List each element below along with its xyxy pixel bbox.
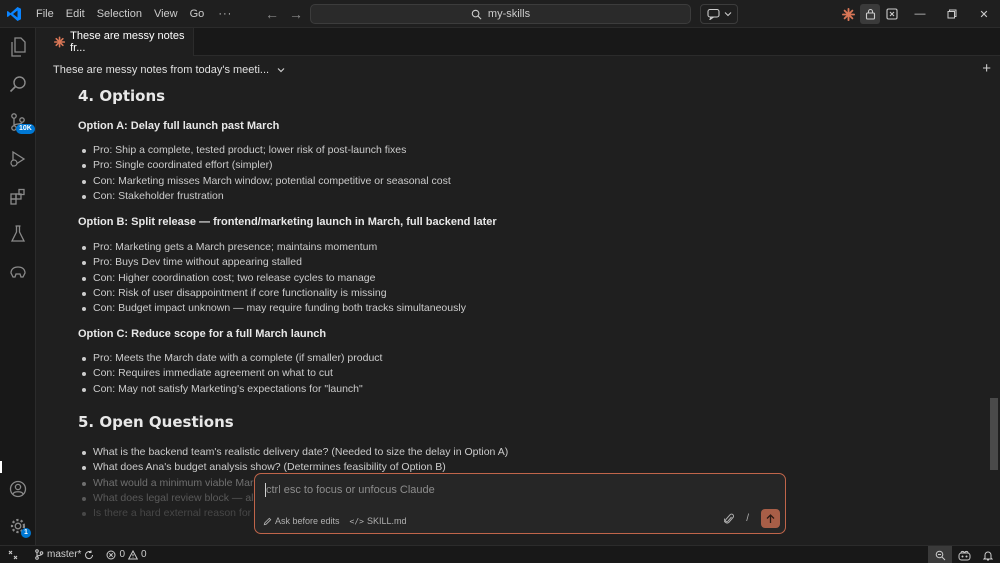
list-item: Con: Stakeholder frustration	[78, 189, 451, 204]
extensions-icon[interactable]	[0, 179, 36, 215]
option-a-title: Option A: Delay full launch past March	[78, 120, 280, 132]
menu-view[interactable]: View	[148, 0, 184, 28]
copilot-chat-button[interactable]	[700, 4, 738, 24]
activity-bar: 10K 1	[0, 28, 36, 545]
conversation-toolbar: These are messy notes from today's meeti…	[36, 57, 1000, 83]
list-item: Pro: Buys Dev time without appearing sta…	[78, 255, 466, 270]
menu-edit[interactable]: Edit	[60, 0, 91, 28]
minimize-button[interactable]: —	[904, 0, 936, 28]
testing-flask-icon[interactable]	[0, 216, 36, 252]
warning-count: 0	[141, 549, 147, 560]
remote-explorer-icon[interactable]	[0, 254, 36, 290]
title-actions: — ✕	[838, 0, 1000, 28]
command-center-search[interactable]: my-skills	[310, 4, 691, 24]
menu-file[interactable]: File	[30, 0, 60, 28]
settings-gear-icon[interactable]: 1	[0, 508, 36, 544]
close-box-icon[interactable]	[882, 4, 902, 24]
list-item: What is the backend team's realistic del…	[78, 445, 508, 460]
new-conversation-button[interactable]: +	[982, 60, 991, 77]
copilot-icon[interactable]	[952, 546, 976, 563]
list-item: Con: Budget impact unknown — may require…	[78, 301, 466, 316]
active-indicator	[0, 461, 2, 473]
settings-update-badge: 1	[21, 528, 31, 538]
section-heading: 4. Options	[78, 87, 166, 105]
chevron-down-icon	[724, 12, 731, 17]
option-a-list: Pro: Ship a complete, tested product; lo…	[78, 143, 451, 204]
remote-indicator-icon[interactable]	[0, 546, 26, 563]
git-branch-icon	[35, 549, 44, 560]
list-item: Con: May not satisfy Marketing's expecta…	[78, 382, 382, 397]
menu-go[interactable]: Go	[184, 0, 211, 28]
run-debug-icon[interactable]	[0, 141, 36, 177]
close-window-button[interactable]: ✕	[968, 0, 1000, 28]
conversation-title: These are messy notes from today's meeti…	[53, 64, 270, 76]
file-label: SKILL.md	[367, 516, 407, 526]
list-item: Con: Marketing misses March window; pote…	[78, 174, 451, 189]
chevron-down-icon	[277, 68, 285, 73]
conversation-selector[interactable]: These are messy notes from today's meeti…	[53, 64, 285, 76]
search-icon[interactable]	[0, 66, 36, 102]
warning-icon	[128, 549, 139, 559]
list-item: Con: Higher coordination cost; two relea…	[78, 271, 466, 286]
option-b-list: Pro: Marketing gets a March presence; ma…	[78, 240, 466, 316]
search-icon	[471, 9, 482, 19]
forward-arrow-icon[interactable]: →	[289, 6, 303, 22]
section-heading: 5. Open Questions	[78, 413, 234, 431]
send-button[interactable]	[761, 509, 780, 528]
error-count: 0	[119, 549, 126, 560]
status-bar-right	[928, 546, 1000, 563]
context-file-chip[interactable]: </> SKILL.md	[350, 516, 407, 526]
problems-indicator[interactable]: 0 0	[106, 549, 147, 560]
tab-claude-conversation[interactable]: These are messy notes fr...	[36, 28, 194, 56]
menu-bar: File Edit Selection View Go ···	[30, 0, 240, 28]
list-item: Pro: Single coordinated effort (simpler)	[78, 158, 451, 173]
lock-icon[interactable]	[860, 4, 880, 24]
zoom-icon[interactable]	[928, 546, 952, 563]
navigation-arrows: ← →	[265, 0, 303, 28]
scm-count-badge: 10K	[16, 124, 35, 134]
slash-commands-button[interactable]: /	[746, 513, 749, 524]
title-bar: File Edit Selection View Go ··· ← → my-s…	[0, 0, 1000, 28]
maximize-button[interactable]	[936, 0, 968, 28]
claude-spark-icon[interactable]	[838, 4, 858, 24]
paperclip-icon[interactable]	[724, 513, 735, 525]
vscode-logo-icon	[0, 0, 28, 28]
chat-input-panel[interactable]: ctrl esc to focus or unfocus Claude Ask …	[254, 473, 786, 534]
pencil-icon	[263, 517, 272, 525]
list-item: Pro: Marketing gets a March presence; ma…	[78, 240, 466, 255]
list-item: Pro: Ship a complete, tested product; lo…	[78, 143, 451, 158]
chat-input-actions: /	[724, 509, 780, 528]
source-control-icon[interactable]: 10K	[0, 104, 36, 140]
ask-before-edits-button[interactable]: Ask before edits	[263, 516, 340, 526]
chat-icon	[706, 8, 720, 20]
list-item: Con: Risk of user disappointment if core…	[78, 286, 466, 301]
status-bar: master* 0 0	[0, 545, 1000, 563]
error-icon	[106, 550, 116, 559]
branch-name: master*	[47, 549, 82, 560]
search-text: my-skills	[487, 8, 531, 20]
option-b-title: Option B: Split release — frontend/marke…	[78, 216, 497, 228]
chat-input-placeholder[interactable]: ctrl esc to focus or unfocus Claude	[266, 484, 435, 496]
more-menu-button[interactable]: ···	[210, 8, 240, 20]
option-c-title: Option C: Reduce scope for a full March …	[78, 328, 327, 340]
notifications-bell-icon[interactable]	[976, 546, 1000, 563]
explorer-icon[interactable]	[0, 29, 36, 65]
sync-icon	[85, 550, 94, 559]
scrollbar-thumb[interactable]	[990, 398, 998, 470]
code-icon: </>	[349, 516, 364, 526]
menu-selection[interactable]: Selection	[91, 0, 148, 28]
branch-indicator[interactable]: master*	[34, 549, 94, 560]
editor-tab-bar: These are messy notes fr...	[36, 28, 1000, 56]
mode-label: Ask before edits	[275, 516, 340, 526]
tab-label: These are messy notes fr...	[70, 30, 185, 54]
back-arrow-icon[interactable]: ←	[265, 6, 279, 22]
claude-spark-icon	[54, 36, 66, 48]
list-item: Pro: Meets the March date with a complet…	[78, 351, 382, 366]
chat-input-footer: Ask before edits </> SKILL.md	[263, 516, 407, 526]
account-icon[interactable]	[0, 471, 36, 507]
option-c-list: Pro: Meets the March date with a complet…	[78, 351, 382, 397]
arrow-up-icon	[766, 513, 775, 523]
list-item: Con: Requires immediate agreement on wha…	[78, 366, 382, 381]
restore-icon	[947, 9, 957, 19]
